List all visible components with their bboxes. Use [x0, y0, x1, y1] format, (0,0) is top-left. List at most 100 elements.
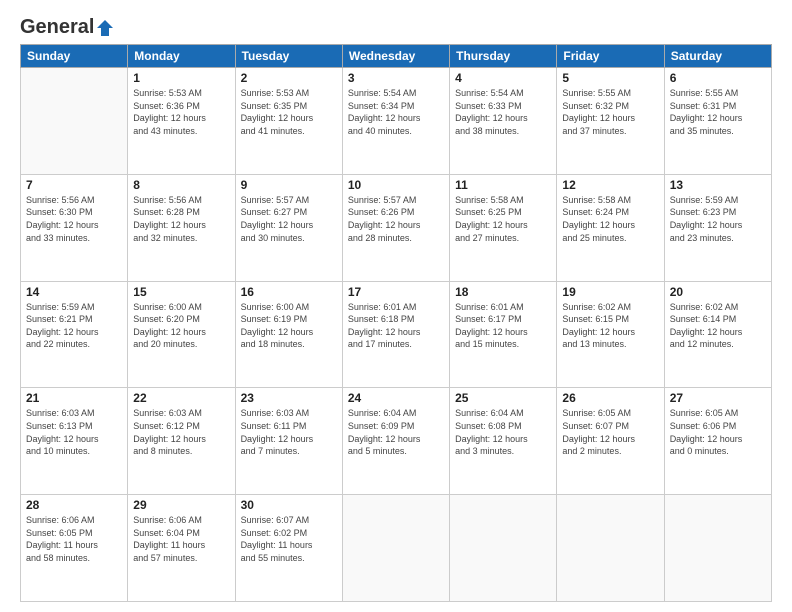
- day-number: 3: [348, 71, 444, 85]
- calendar-header-row: SundayMondayTuesdayWednesdayThursdayFrid…: [21, 45, 772, 68]
- day-cell: 24 Sunrise: 6:04 AM Sunset: 6:09 PM Dayli…: [342, 388, 449, 495]
- day-number: 11: [455, 178, 551, 192]
- day-cell: 25Sunrise: 6:04 AM Sunset: 6:08 PM Dayli…: [450, 388, 557, 495]
- day-number: 14: [26, 285, 122, 299]
- week-row-1: 1 Sunrise: 5:53 AM Sunset: 6:36 PM Daylig…: [21, 68, 772, 175]
- col-header-friday: Friday: [557, 45, 664, 68]
- day-info: Sunrise: 5:58 AM Sunset: 6:25 PM Dayligh…: [455, 194, 551, 244]
- day-info: Sunrise: 5:55 AM Sunset: 6:31 PM Dayligh…: [670, 87, 766, 137]
- day-cell: 12 Sunrise: 5:58 AM Sunset: 6:24 PM Dayli…: [557, 174, 664, 281]
- day-info: Sunrise: 6:01 AM Sunset: 6:18 PM Dayligh…: [348, 301, 444, 351]
- day-cell: 17 Sunrise: 6:01 AM Sunset: 6:18 PM Dayli…: [342, 281, 449, 388]
- day-info: Sunrise: 6:07 AM Sunset: 6:02 PM Dayligh…: [241, 514, 337, 564]
- day-cell: 22 Sunrise: 6:03 AM Sunset: 6:12 PM Dayli…: [128, 388, 235, 495]
- day-cell: [557, 495, 664, 602]
- day-cell: 28Sunrise: 6:06 AM Sunset: 6:05 PM Dayli…: [21, 495, 128, 602]
- col-header-thursday: Thursday: [450, 45, 557, 68]
- day-number: 19: [562, 285, 658, 299]
- header: General: [20, 16, 772, 36]
- day-number: 2: [241, 71, 337, 85]
- day-cell: 9 Sunrise: 5:57 AM Sunset: 6:27 PM Daylig…: [235, 174, 342, 281]
- day-cell: 8 Sunrise: 5:56 AM Sunset: 6:28 PM Daylig…: [128, 174, 235, 281]
- day-number: 12: [562, 178, 658, 192]
- day-number: 20: [670, 285, 766, 299]
- day-info: Sunrise: 5:59 AM Sunset: 6:23 PM Dayligh…: [670, 194, 766, 244]
- day-number: 1: [133, 71, 229, 85]
- day-cell: 1 Sunrise: 5:53 AM Sunset: 6:36 PM Daylig…: [128, 68, 235, 175]
- day-number: 6: [670, 71, 766, 85]
- col-header-saturday: Saturday: [664, 45, 771, 68]
- day-number: 22: [133, 391, 229, 405]
- day-cell: 30 Sunrise: 6:07 AM Sunset: 6:02 PM Dayli…: [235, 495, 342, 602]
- day-info: Sunrise: 5:57 AM Sunset: 6:26 PM Dayligh…: [348, 194, 444, 244]
- day-info: Sunrise: 6:06 AM Sunset: 6:04 PM Dayligh…: [133, 514, 229, 564]
- day-cell: 29 Sunrise: 6:06 AM Sunset: 6:04 PM Dayli…: [128, 495, 235, 602]
- day-info: Sunrise: 6:06 AM Sunset: 6:05 PM Dayligh…: [26, 514, 122, 564]
- day-info: Sunrise: 6:00 AM Sunset: 6:19 PM Dayligh…: [241, 301, 337, 351]
- calendar-table: SundayMondayTuesdayWednesdayThursdayFrid…: [20, 44, 772, 602]
- day-cell: [21, 68, 128, 175]
- day-info: Sunrise: 5:56 AM Sunset: 6:30 PM Dayligh…: [26, 194, 122, 244]
- col-header-monday: Monday: [128, 45, 235, 68]
- day-info: Sunrise: 6:04 AM Sunset: 6:09 PM Dayligh…: [348, 407, 444, 457]
- col-header-sunday: Sunday: [21, 45, 128, 68]
- day-number: 13: [670, 178, 766, 192]
- day-info: Sunrise: 5:57 AM Sunset: 6:27 PM Dayligh…: [241, 194, 337, 244]
- day-cell: 21 Sunrise: 6:03 AM Sunset: 6:13 PM Dayli…: [21, 388, 128, 495]
- day-cell: 15Sunrise: 6:00 AM Sunset: 6:20 PM Dayli…: [128, 281, 235, 388]
- day-cell: 2 Sunrise: 5:53 AM Sunset: 6:35 PM Daylig…: [235, 68, 342, 175]
- day-info: Sunrise: 6:01 AM Sunset: 6:17 PM Dayligh…: [455, 301, 551, 351]
- day-cell: 10Sunrise: 5:57 AM Sunset: 6:26 PM Dayli…: [342, 174, 449, 281]
- day-number: 7: [26, 178, 122, 192]
- logo-icon: [95, 18, 115, 38]
- day-number: 21: [26, 391, 122, 405]
- day-info: Sunrise: 6:05 AM Sunset: 6:07 PM Dayligh…: [562, 407, 658, 457]
- day-info: Sunrise: 6:02 AM Sunset: 6:15 PM Dayligh…: [562, 301, 658, 351]
- day-number: 26: [562, 391, 658, 405]
- day-cell: 5 Sunrise: 5:55 AM Sunset: 6:32 PM Daylig…: [557, 68, 664, 175]
- day-number: 29: [133, 498, 229, 512]
- day-number: 17: [348, 285, 444, 299]
- day-number: 24: [348, 391, 444, 405]
- day-cell: 13 Sunrise: 5:59 AM Sunset: 6:23 PM Dayli…: [664, 174, 771, 281]
- day-number: 5: [562, 71, 658, 85]
- day-info: Sunrise: 5:55 AM Sunset: 6:32 PM Dayligh…: [562, 87, 658, 137]
- day-number: 18: [455, 285, 551, 299]
- day-info: Sunrise: 6:00 AM Sunset: 6:20 PM Dayligh…: [133, 301, 229, 351]
- day-info: Sunrise: 5:58 AM Sunset: 6:24 PM Dayligh…: [562, 194, 658, 244]
- day-info: Sunrise: 6:05 AM Sunset: 6:06 PM Dayligh…: [670, 407, 766, 457]
- day-cell: [450, 495, 557, 602]
- day-info: Sunrise: 6:03 AM Sunset: 6:11 PM Dayligh…: [241, 407, 337, 457]
- day-info: Sunrise: 5:53 AM Sunset: 6:36 PM Dayligh…: [133, 87, 229, 137]
- day-number: 8: [133, 178, 229, 192]
- day-number: 30: [241, 498, 337, 512]
- day-number: 16: [241, 285, 337, 299]
- day-number: 4: [455, 71, 551, 85]
- day-cell: 20Sunrise: 6:02 AM Sunset: 6:14 PM Dayli…: [664, 281, 771, 388]
- day-info: Sunrise: 5:53 AM Sunset: 6:35 PM Dayligh…: [241, 87, 337, 137]
- day-info: Sunrise: 5:54 AM Sunset: 6:33 PM Dayligh…: [455, 87, 551, 137]
- day-cell: 19 Sunrise: 6:02 AM Sunset: 6:15 PM Dayli…: [557, 281, 664, 388]
- day-number: 27: [670, 391, 766, 405]
- day-number: 9: [241, 178, 337, 192]
- day-cell: 18 Sunrise: 6:01 AM Sunset: 6:17 PM Dayli…: [450, 281, 557, 388]
- week-row-2: 7 Sunrise: 5:56 AM Sunset: 6:30 PM Daylig…: [21, 174, 772, 281]
- day-info: Sunrise: 6:03 AM Sunset: 6:12 PM Dayligh…: [133, 407, 229, 457]
- day-info: Sunrise: 5:56 AM Sunset: 6:28 PM Dayligh…: [133, 194, 229, 244]
- day-info: Sunrise: 5:59 AM Sunset: 6:21 PM Dayligh…: [26, 301, 122, 351]
- day-cell: 16 Sunrise: 6:00 AM Sunset: 6:19 PM Dayli…: [235, 281, 342, 388]
- col-header-tuesday: Tuesday: [235, 45, 342, 68]
- day-cell: 27 Sunrise: 6:05 AM Sunset: 6:06 PM Dayli…: [664, 388, 771, 495]
- day-number: 23: [241, 391, 337, 405]
- logo: General: [20, 16, 115, 36]
- week-row-4: 21 Sunrise: 6:03 AM Sunset: 6:13 PM Dayli…: [21, 388, 772, 495]
- day-cell: 23 Sunrise: 6:03 AM Sunset: 6:11 PM Dayli…: [235, 388, 342, 495]
- col-header-wednesday: Wednesday: [342, 45, 449, 68]
- day-info: Sunrise: 5:54 AM Sunset: 6:34 PM Dayligh…: [348, 87, 444, 137]
- day-cell: 3 Sunrise: 5:54 AM Sunset: 6:34 PM Daylig…: [342, 68, 449, 175]
- logo-general: General: [20, 16, 94, 38]
- day-info: Sunrise: 6:03 AM Sunset: 6:13 PM Dayligh…: [26, 407, 122, 457]
- day-cell: 6 Sunrise: 5:55 AM Sunset: 6:31 PM Daylig…: [664, 68, 771, 175]
- week-row-5: 28Sunrise: 6:06 AM Sunset: 6:05 PM Dayli…: [21, 495, 772, 602]
- day-cell: [664, 495, 771, 602]
